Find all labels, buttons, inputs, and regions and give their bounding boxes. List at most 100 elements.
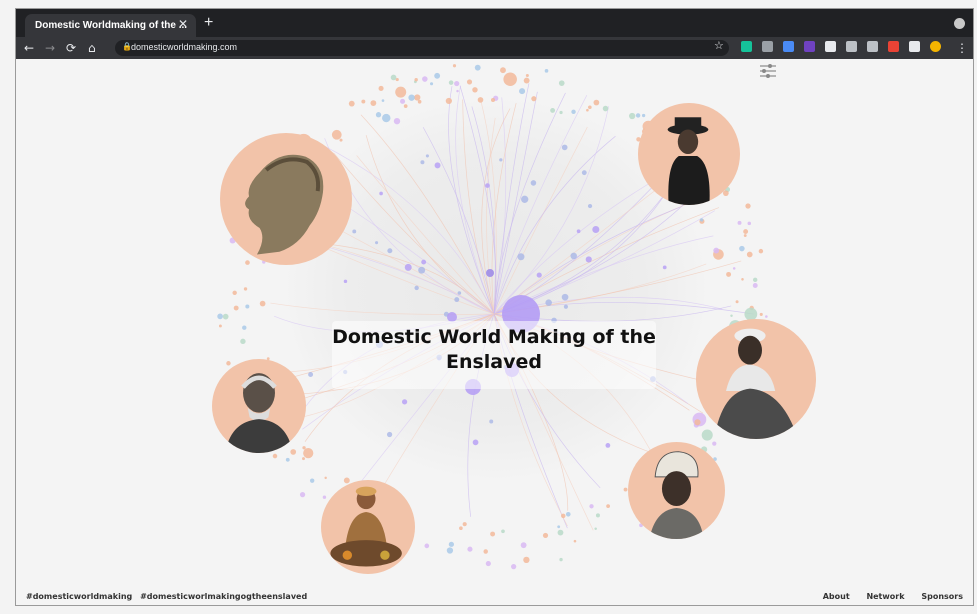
tab-title: Domestic Worldmaking of the ... [35,20,188,31]
back-button[interactable]: ← [24,40,34,56]
network-node [530,180,537,186]
network-node [370,100,377,106]
extension-grey-icon[interactable] [846,41,857,52]
network-node [459,526,463,531]
network-node [694,419,701,426]
tab-close-icon[interactable]: ✕ [178,17,188,31]
network-node [393,117,401,125]
network-node [593,99,600,106]
network-node [403,104,408,108]
network-node [559,110,563,115]
network-node [308,372,314,377]
forward-button[interactable]: → [45,40,55,56]
portrait-woman-hat[interactable] [638,103,740,205]
extension-blue-icon[interactable] [783,41,794,52]
network-node [324,476,327,480]
network-node [605,443,611,448]
network-link[interactable]: Network [866,592,904,601]
network-node [454,80,460,87]
network-node [395,86,407,98]
network-node [586,108,589,112]
network-node [732,267,736,270]
portrait-elderly-man[interactable] [212,359,306,453]
browser-window: Domestic Worldmaking of the ... ✕ + ← → … [15,8,974,606]
home-button[interactable]: ⌂ [88,40,96,56]
footer-nav: About Network Sponsors [809,592,963,601]
network-node [299,492,306,498]
portrait-seated-woman[interactable] [696,319,816,439]
network-node [765,315,768,318]
address-bar: ← → ⟳ ⌂ 🔒 domesticworldmaking.com ☆ ⋮ [16,37,973,59]
network-edge [480,99,497,315]
network-node [531,96,537,102]
document-icon[interactable] [825,41,836,52]
network-node [387,248,393,254]
network-node [302,446,306,450]
network-node [545,299,552,306]
puzzle-icon[interactable] [909,41,920,52]
grammarly-icon[interactable] [741,41,752,52]
hashtags: #domesticworldmaking #domesticworlmaking… [26,592,312,601]
settings-sliders-icon[interactable] [758,63,778,79]
hashtag-link[interactable]: #domesticworldmaking [26,592,132,601]
network-node [629,112,636,120]
network-node [739,245,745,252]
extension-b-icon[interactable] [804,41,815,52]
network-node [379,191,383,196]
network-node [400,98,406,104]
extension-red-icon[interactable] [888,41,899,52]
network-node [573,539,577,543]
network-node [589,504,594,509]
network-node [240,338,246,345]
network-node [587,203,593,209]
network-node [245,304,250,309]
portrait-profile-medallion[interactable] [220,133,352,265]
profile-avatar-icon[interactable] [930,41,941,52]
network-node [602,105,609,112]
network-node [588,105,592,110]
network-node [557,525,561,529]
network-node [542,532,549,539]
extension-hand-icon[interactable] [867,41,878,52]
network-node [559,557,563,562]
portrait-market-woman[interactable] [321,480,415,574]
network-node [434,162,441,169]
network-node [303,448,314,459]
network-node [348,100,355,107]
url-input[interactable]: 🔒 domesticworldmaking.com [115,40,729,56]
network-node [571,109,576,115]
network-node [565,511,571,517]
network-node [472,87,478,93]
network-node [511,563,517,570]
network-node [222,313,229,320]
network-node [570,252,577,260]
network-node [730,314,733,318]
url-text: domesticworldmaking.com [131,42,238,52]
network-node [472,439,479,446]
bookmark-star-icon[interactable]: ☆ [714,39,724,52]
network-node [382,113,391,123]
network-node [420,160,425,165]
network-node [421,259,427,265]
network-node [523,77,530,84]
browser-menu-button[interactable]: ⋮ [956,40,968,56]
page-content: Domestic World Making of the Enslaved #d… [16,59,973,605]
new-tab-button[interactable]: + [204,14,213,32]
network-node [485,183,490,188]
portrait-headwrap-woman[interactable] [628,442,725,539]
hashtag-link[interactable]: #domesticworlmakingogtheenslaved [140,592,307,601]
extension-a-icon[interactable] [762,41,773,52]
network-node [712,441,717,446]
network-node [713,247,720,254]
network-node [448,541,454,547]
page-title: Domestic World Making of the Enslaved [332,326,656,373]
reload-button[interactable]: ⟳ [66,40,76,56]
network-node [595,513,600,518]
about-link[interactable]: About [823,592,850,601]
network-edge [493,106,610,315]
network-node [557,529,564,536]
network-edge [459,85,497,315]
active-tab[interactable]: Domestic Worldmaking of the ... ✕ [25,14,196,37]
sponsors-link[interactable]: Sponsors [921,592,963,601]
tab-search-icon[interactable] [954,18,965,29]
